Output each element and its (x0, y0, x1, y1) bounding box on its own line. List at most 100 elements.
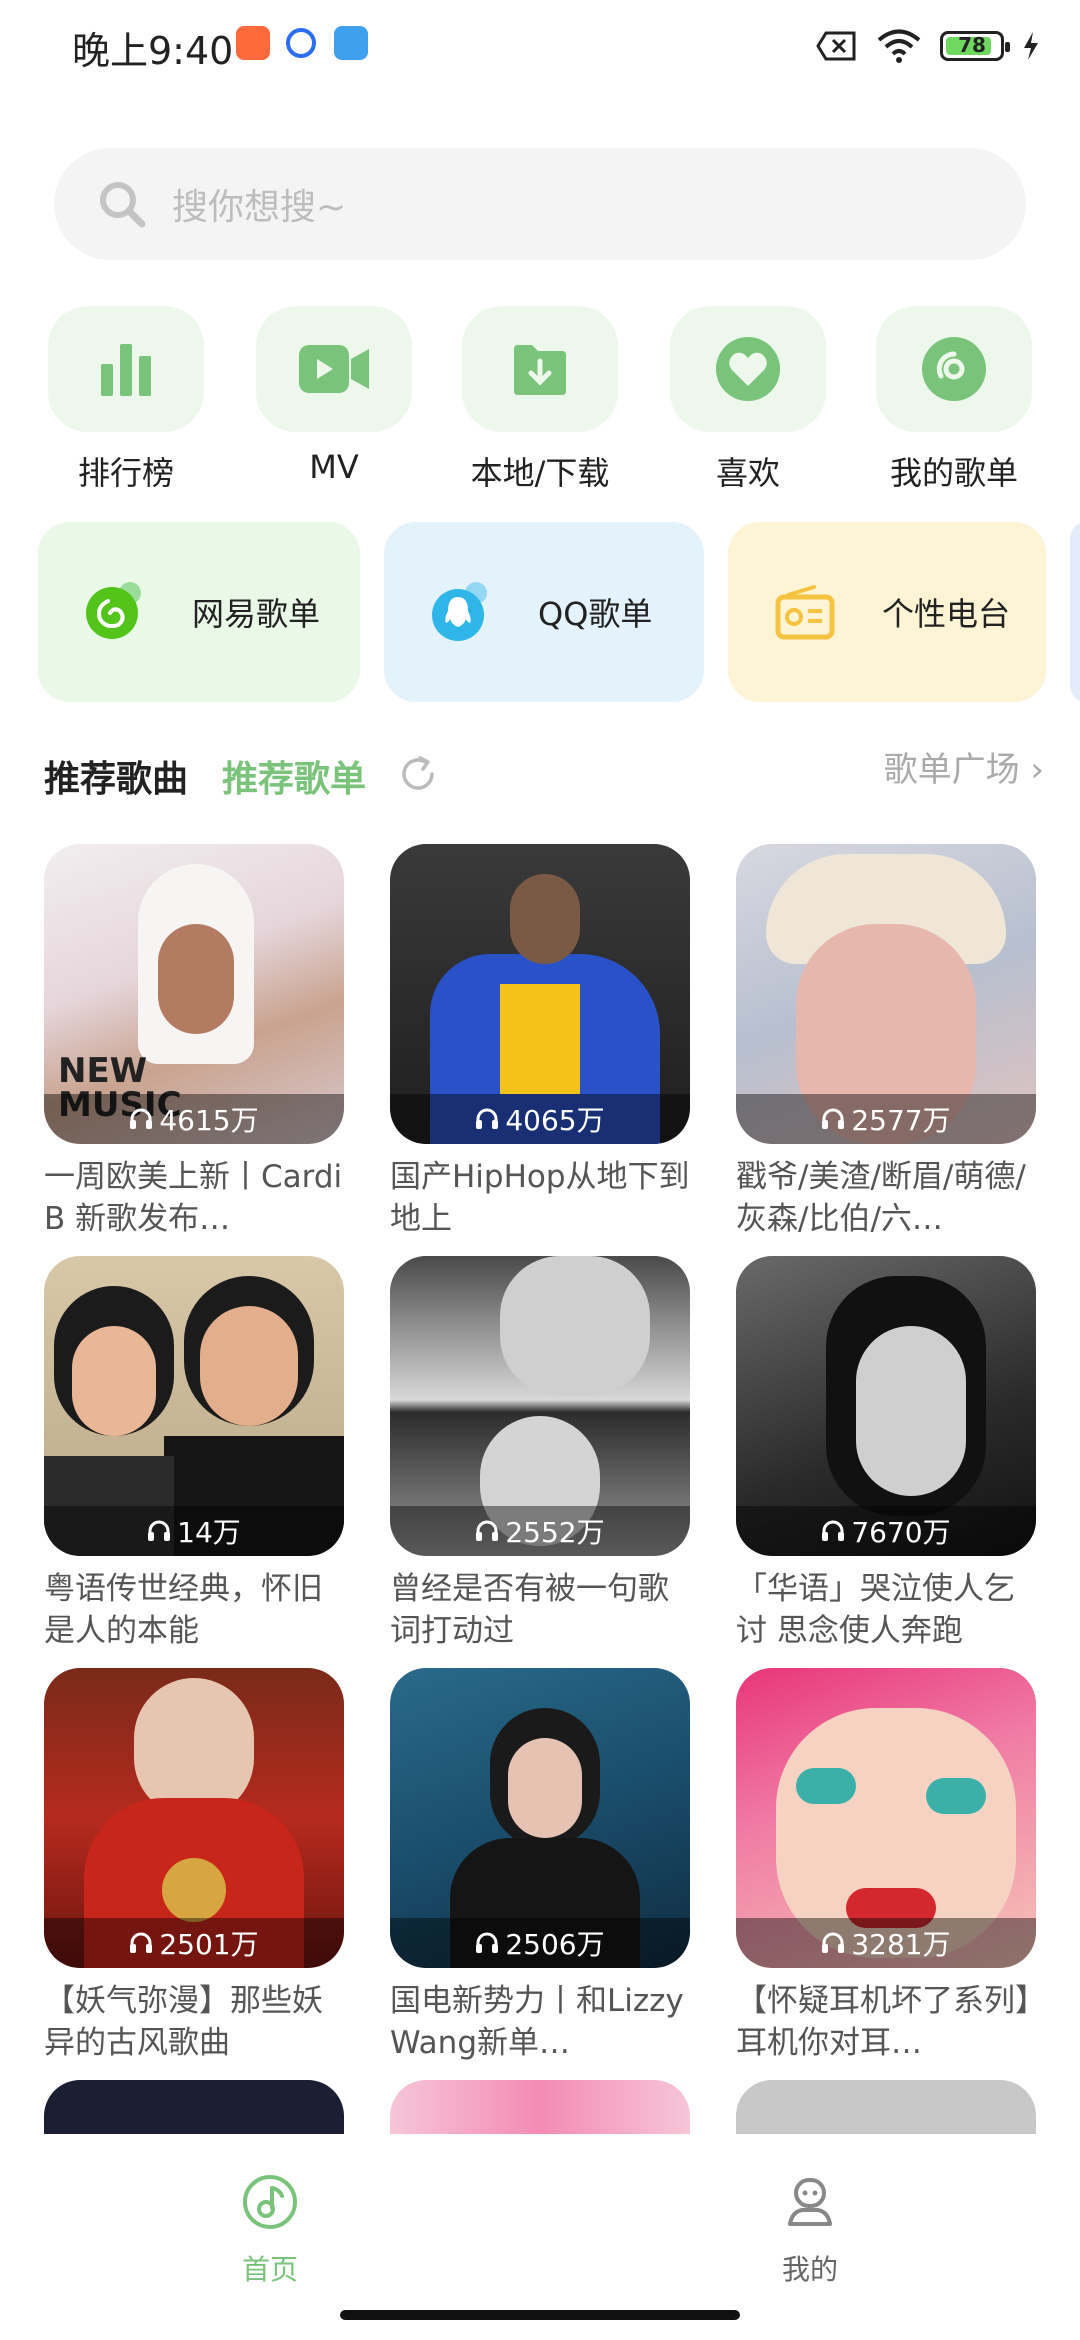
playlist-card[interactable] (44, 2080, 344, 2140)
playlist-card[interactable] (736, 2080, 1036, 2140)
tab-recommended-playlists[interactable]: 推荐歌单 (222, 750, 366, 802)
search-placeholder: 搜你想搜~ (172, 187, 347, 228)
play-count: 2552万 (390, 1506, 690, 1556)
source-card-radio[interactable]: 个性电台 (728, 522, 1046, 702)
headphones-icon (822, 1932, 845, 1953)
playlist-cover: 3281万 (736, 1668, 1036, 1968)
playlist-title: 【妖气弥漫】那些妖异的古风歌曲 (44, 1983, 323, 2061)
nav-label: 首页 (241, 2253, 298, 2286)
quick-item-label: 本地/下载 (470, 454, 610, 492)
playlist-title: 一周欧美上新丨Cardi B 新歌发布… (44, 1159, 343, 1237)
playlist-card[interactable]: 2577万 戳爷/美渣/断眉/萌德/灰森/比伯/六… (736, 844, 1036, 1240)
qq-icon (432, 582, 487, 641)
notification-app-icon (286, 28, 316, 58)
notification-app-icon (334, 26, 368, 60)
sim-off-icon (816, 31, 856, 61)
playlist-title: 「华语」哭泣使人乞讨 思念使人奔跑 (736, 1571, 1015, 1649)
play-count-value: 14万 (177, 1516, 241, 1549)
wifi-icon (877, 29, 921, 63)
music-note-icon (243, 2175, 297, 2229)
playlist-card[interactable] (390, 2080, 690, 2140)
playlist-cover: 2501万 (44, 1668, 344, 1968)
playlist-card[interactable]: 3281万 【怀疑耳机坏了系列】耳机你对耳… (736, 1668, 1036, 2064)
play-count: 2506万 (390, 1918, 690, 1968)
playlist-title: 国产HipHop从地下到地上 (390, 1159, 690, 1237)
battery-level: 78 (958, 33, 986, 57)
quick-item-favorites[interactable]: 喜欢 (670, 306, 826, 494)
playlist-card[interactable]: 2501万 【妖气弥漫】那些妖异的古风歌曲 (44, 1668, 344, 2064)
playlist-square-link[interactable]: 歌单广场 › (884, 742, 1044, 791)
playlist-cover: 2506万 (390, 1668, 690, 1968)
quick-item-label: 排行榜 (77, 454, 174, 492)
headphones-icon (148, 1520, 171, 1541)
source-label: 个性电台 (882, 595, 1011, 633)
radio-icon (775, 585, 835, 640)
search-icon (100, 182, 146, 228)
status-time: 晚上9:40 (72, 29, 234, 73)
source-label: 网易歌单 (192, 595, 321, 633)
source-card-qq[interactable]: QQ歌单 (384, 522, 704, 702)
charging-bolt-icon (1024, 32, 1038, 60)
play-count: 7670万 (736, 1506, 1036, 1556)
chart-bars-icon (101, 344, 151, 396)
nav-label: 我的 (781, 2253, 838, 2286)
refresh-icon[interactable] (398, 754, 438, 794)
play-count-value: 2506万 (505, 1928, 605, 1961)
playlist-title: 戳爷/美渣/断眉/萌德/灰森/比伯/六… (736, 1159, 1026, 1237)
playlist-cover (44, 2080, 344, 2140)
playlist-cover: 2552万 (390, 1256, 690, 1556)
video-camera-icon (299, 345, 369, 393)
status-bar: 晚上9:40 78 (0, 0, 1080, 96)
quick-item-charts[interactable]: 排行榜 (48, 306, 204, 494)
playlist-title: 粤语传世经典，怀旧是人的本能 (44, 1571, 323, 1649)
quick-item-label: 我的歌单 (889, 454, 1018, 492)
quick-actions: 排行榜 MV 本地/下载 喜欢 我的歌单 (0, 306, 1080, 496)
battery-indicator: 78 (940, 31, 1010, 61)
play-count-value: 3281万 (851, 1928, 951, 1961)
headphones-icon (130, 1932, 153, 1953)
play-count-value: 4065万 (505, 1104, 605, 1137)
source-label: QQ歌单 (538, 595, 653, 633)
playlist-card[interactable]: 14万 粤语传世经典，怀旧是人的本能 (44, 1256, 344, 1652)
play-count-value: 2577万 (851, 1104, 951, 1137)
quick-item-local-download[interactable]: 本地/下载 (462, 306, 618, 494)
heart-icon (716, 337, 780, 401)
playlist-cover: 2577万 (736, 844, 1036, 1144)
download-folder-icon (514, 345, 566, 395)
playlist-cover (390, 2080, 690, 2140)
nav-mine[interactable]: 我的 (730, 2174, 890, 2288)
playlist-card[interactable]: 4065万 国产HipHop从地下到地上 (390, 844, 690, 1240)
headphones-icon (822, 1108, 845, 1129)
play-count: 3281万 (736, 1918, 1036, 1968)
playlist-card[interactable]: 2506万 国电新势力丨和Lizzy Wang新单… (390, 1668, 690, 2064)
playlist-card[interactable]: NEW MUSIC 4615万 一周欧美上新丨Cardi B 新歌发布… (44, 844, 344, 1240)
quick-item-my-playlists[interactable]: 我的歌单 (876, 306, 1032, 494)
section-header: 推荐歌曲 推荐歌单 歌单广场 › (44, 742, 1044, 802)
notification-app-icon (236, 26, 270, 60)
playlist-title: 国电新势力丨和Lizzy Wang新单… (390, 1983, 684, 2061)
play-count: 4065万 (390, 1094, 690, 1144)
home-indicator[interactable] (340, 2310, 740, 2320)
quick-item-mv[interactable]: MV (256, 306, 412, 486)
quick-item-label: 喜欢 (715, 454, 780, 492)
play-count-value: 7670万 (851, 1516, 951, 1549)
headphones-icon (822, 1520, 845, 1541)
playlist-cover (736, 2080, 1036, 2140)
headphones-icon (476, 1520, 499, 1541)
playlist-title: 曾经是否有被一句歌词打动过 (390, 1571, 669, 1649)
headphones-icon (476, 1932, 499, 1953)
play-count-value: 4615万 (159, 1104, 259, 1137)
search-input[interactable]: 搜你想搜~ (54, 148, 1026, 260)
playlist-cover: 4065万 (390, 844, 690, 1144)
play-count-value: 2501万 (159, 1928, 259, 1961)
play-count: 14万 (44, 1506, 344, 1556)
playlist-card[interactable]: 7670万 「华语」哭泣使人乞讨 思念使人奔跑 (736, 1256, 1036, 1652)
netease-icon (86, 582, 141, 639)
source-card-netease[interactable]: 网易歌单 (38, 522, 360, 702)
headphones-icon (476, 1108, 499, 1129)
playlist-title: 【怀疑耳机坏了系列】耳机你对耳… (736, 1983, 1031, 2061)
playlist-card[interactable]: 2552万 曾经是否有被一句歌词打动过 (390, 1256, 690, 1652)
tab-recommended-songs[interactable]: 推荐歌曲 (44, 750, 188, 802)
playlist-cover: 14万 (44, 1256, 344, 1556)
nav-home[interactable]: 首页 (190, 2174, 350, 2288)
